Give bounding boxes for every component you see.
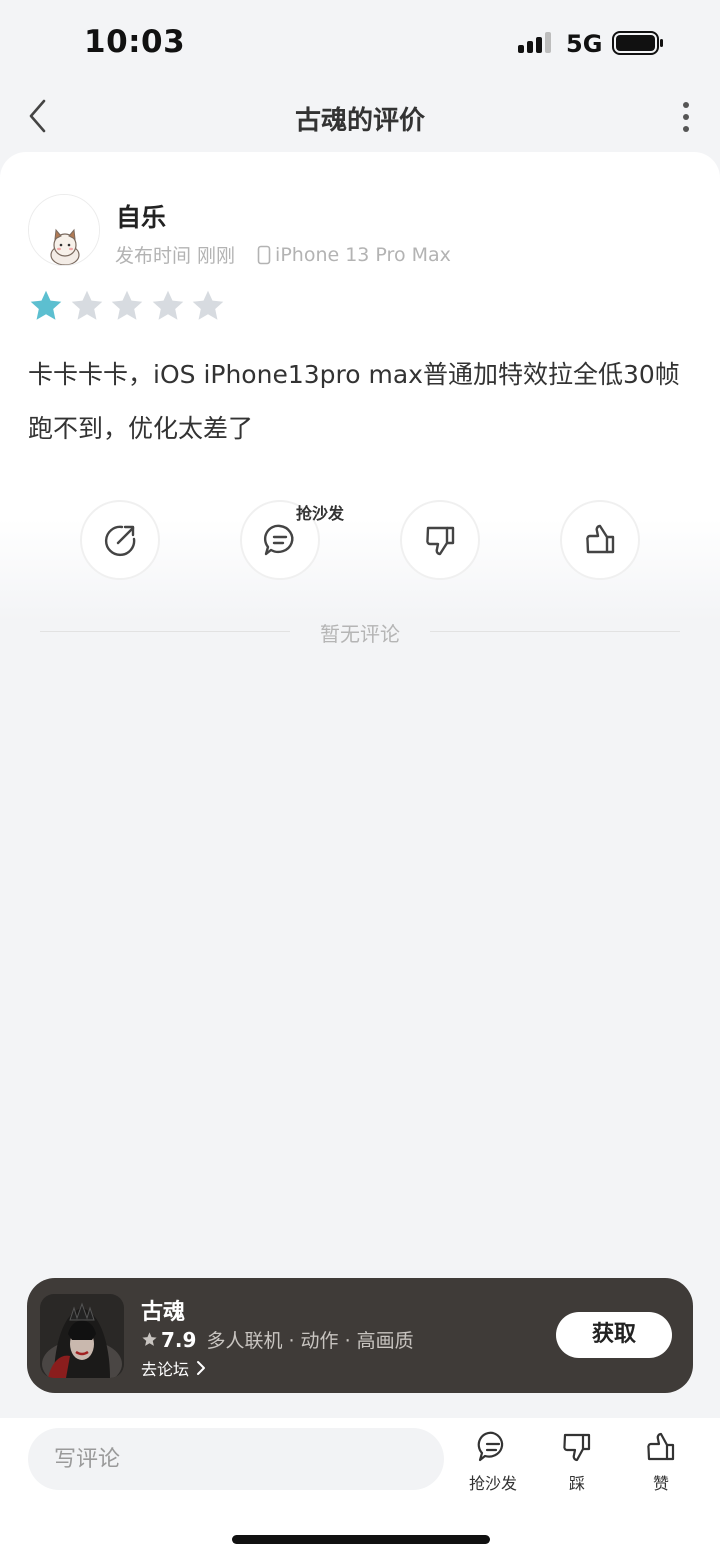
thumbs-down-icon (426, 526, 455, 556)
bottom-dislike-button[interactable]: 踩 (542, 1430, 612, 1494)
star-empty-icon (111, 290, 143, 320)
game-thumbnail[interactable] (40, 1294, 124, 1378)
battery-icon (612, 31, 663, 55)
bottom-sofa-button[interactable]: 抢沙发 (458, 1430, 528, 1494)
dislike-button[interactable] (400, 500, 480, 580)
rating-stars (28, 288, 231, 324)
thumbs-down-icon (563, 1433, 591, 1462)
page-title: 古魂的评价 (294, 106, 425, 136)
more-options-icon[interactable] (676, 100, 696, 134)
comment-icon (263, 524, 294, 556)
bottom-sofa-label: 抢沙发 (468, 1474, 517, 1493)
home-indicator[interactable] (232, 1535, 490, 1544)
phone-icon (257, 245, 271, 264)
star-empty-icon (152, 290, 183, 320)
empty-comments-text: 暂无评论 (320, 622, 400, 646)
rating-star-icon (142, 1332, 157, 1346)
game-info: 7.9 多人联机 · 动作 · 高画质 (141, 1326, 414, 1353)
game-cover-icon (40, 1294, 124, 1378)
sofa-tag: 抢沙发 (296, 504, 345, 523)
empty-comments: 暂无评论 (40, 618, 680, 646)
share-icon (104, 525, 136, 557)
username[interactable]: 自乐 (116, 198, 166, 234)
share-button[interactable] (80, 500, 160, 580)
status-time: 10:03 (84, 24, 186, 60)
review-text: 卡卡卡卡，iOS iPhone13pro max普通加特效拉全低30帧跑不到，优… (28, 360, 680, 443)
signal-icon (518, 32, 551, 53)
nav-bar: 古魂的评价 (0, 86, 720, 150)
get-button[interactable]: 获取 (556, 1312, 672, 1358)
star-empty-icon (192, 290, 224, 320)
bottom-dislike-label: 踩 (568, 1474, 585, 1493)
bottom-bar: 抢沙发 踩 赞 (0, 1418, 720, 1558)
forum-link[interactable]: 去论坛 (141, 1356, 207, 1380)
comment-input[interactable] (28, 1428, 444, 1490)
avatar[interactable] (28, 194, 100, 266)
review-card: 自乐 发布时间 刚刚 iPhone 13 Pro Max 卡卡卡卡，iOS iP… (0, 152, 720, 622)
thumbs-up-icon (647, 1432, 675, 1461)
forum-link-label: 去论坛 (141, 1360, 190, 1379)
bottom-like-label: 赞 (652, 1474, 669, 1493)
cat-avatar-icon (29, 195, 99, 265)
star-empty-icon (71, 290, 102, 320)
divider-right (430, 631, 680, 632)
game-tags: 多人联机 · 动作 · 高画质 (206, 1330, 414, 1352)
game-name[interactable]: 古魂 (141, 1294, 185, 1326)
device-name: iPhone 13 Pro Max (275, 243, 451, 266)
chevron-right-icon (197, 1361, 206, 1375)
publish-time: 发布时间 刚刚 (115, 245, 236, 267)
bottom-like-button[interactable]: 赞 (626, 1430, 696, 1494)
thumbs-up-icon (586, 524, 615, 554)
game-banner[interactable]: 古魂 7.9 多人联机 · 动作 · 高画质 去论坛 获取 (27, 1278, 693, 1393)
action-row (0, 500, 720, 580)
game-score: 7.9 (161, 1327, 197, 1352)
comment-icon (477, 1431, 504, 1462)
status-bar: 10:03 5G (0, 0, 720, 86)
network-label: 5G (566, 30, 603, 58)
like-button[interactable] (560, 500, 640, 580)
review-meta: 发布时间 刚刚 iPhone 13 Pro Max (115, 241, 451, 268)
star-filled-icon (30, 290, 62, 320)
